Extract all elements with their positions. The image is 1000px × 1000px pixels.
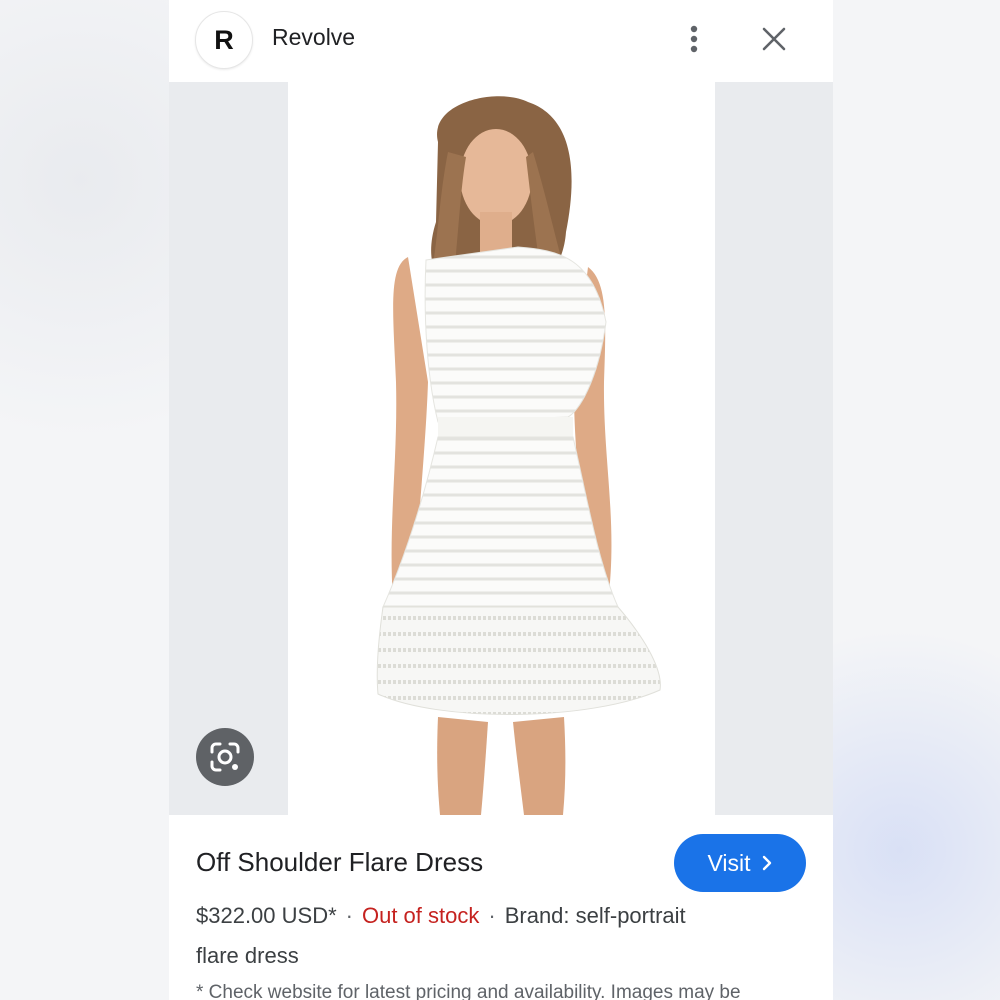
- card-header: R Revolve: [169, 0, 833, 82]
- product-description: flare dress: [196, 943, 299, 968]
- result-card: R Revolve Off Shoulder Flare Dress Visit…: [169, 0, 833, 1000]
- google-lens-button[interactable]: [196, 728, 254, 786]
- chevron-right-icon: [761, 855, 773, 871]
- visit-button[interactable]: Visit: [674, 834, 806, 892]
- pricing-disclaimer: * Check website for latest pricing and a…: [196, 982, 741, 1000]
- more-options-button[interactable]: [677, 20, 711, 58]
- product-title[interactable]: Off Shoulder Flare Dress: [196, 847, 483, 878]
- dress-model-illustration: [376, 96, 661, 815]
- google-lens-icon: [210, 742, 240, 772]
- product-info: Off Shoulder Flare Dress Visit $322.00 U…: [169, 815, 833, 1000]
- separator-dot: ·: [345, 903, 353, 928]
- more-vert-icon: [690, 25, 698, 53]
- close-button[interactable]: [755, 20, 793, 58]
- visit-label: Visit: [707, 849, 751, 876]
- image-preview: [169, 82, 833, 815]
- logo-letter: R: [214, 24, 234, 55]
- separator-dot: ·: [488, 903, 496, 928]
- site-logo[interactable]: R: [195, 11, 253, 69]
- stock-status: Out of stock: [361, 903, 480, 928]
- product-photo[interactable]: [288, 82, 715, 815]
- site-name[interactable]: Revolve: [272, 24, 355, 51]
- brand: Brand: self-portrait: [504, 903, 686, 928]
- price: $322.00 USD*: [196, 903, 337, 928]
- product-meta: $322.00 USD* · Out of stock · Brand: self-po…: [196, 903, 686, 929]
- close-icon: [762, 27, 786, 51]
